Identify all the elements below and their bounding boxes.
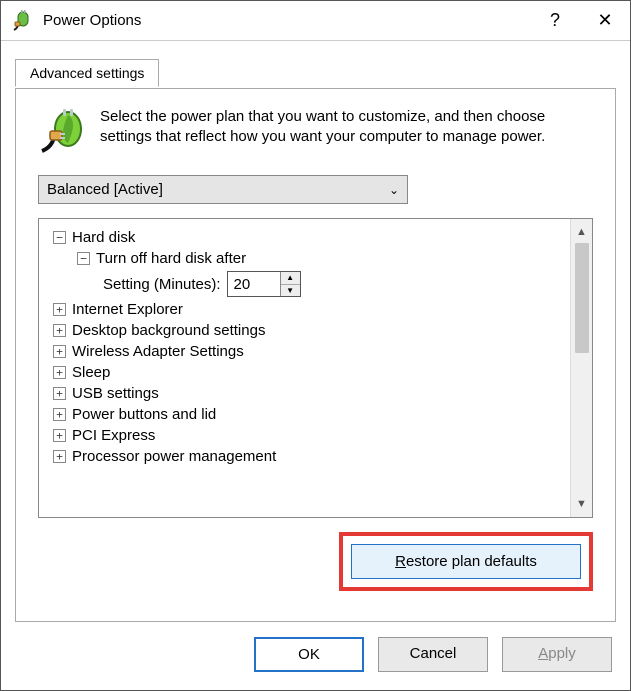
- expand-icon[interactable]: +: [53, 408, 66, 421]
- battery-plug-icon: [11, 10, 33, 32]
- chevron-down-icon: ⌄: [389, 183, 399, 197]
- vertical-scrollbar[interactable]: ▲ ▼: [570, 219, 592, 517]
- setting-label: Setting (Minutes):: [103, 276, 221, 293]
- tab-advanced-settings[interactable]: Advanced settings: [15, 59, 159, 87]
- collapse-icon[interactable]: −: [53, 231, 66, 244]
- tree-node-processor-power[interactable]: + Processor power management: [53, 446, 562, 467]
- expand-icon[interactable]: +: [53, 429, 66, 442]
- settings-tree: − Hard disk − Turn off hard disk after S…: [38, 218, 593, 518]
- scroll-down-icon[interactable]: ▼: [571, 495, 592, 513]
- expand-icon[interactable]: +: [53, 450, 66, 463]
- scroll-thumb[interactable]: [575, 243, 589, 353]
- close-button[interactable]: ✕: [580, 1, 630, 41]
- tree-label: USB settings: [72, 385, 159, 402]
- tree-setting-minutes: Setting (Minutes): ▲ ▼: [103, 269, 562, 299]
- help-button[interactable]: ?: [530, 1, 580, 41]
- tree-label: PCI Express: [72, 427, 155, 444]
- tree-node-sleep[interactable]: + Sleep: [53, 362, 562, 383]
- description-row: Select the power plan that you want to c…: [38, 107, 593, 155]
- power-plan-selected: Balanced [Active]: [47, 181, 163, 198]
- window-title: Power Options: [43, 12, 530, 29]
- tab-strip: Advanced settings: [15, 59, 616, 89]
- scroll-up-icon[interactable]: ▲: [571, 223, 592, 241]
- minutes-spinner[interactable]: ▲ ▼: [227, 271, 301, 297]
- expand-icon[interactable]: +: [53, 345, 66, 358]
- titlebar: Power Options ? ✕: [1, 1, 630, 41]
- power-options-dialog: Power Options ? ✕ Advanced settings: [0, 0, 631, 691]
- highlight-box: Restore plan defaults: [339, 532, 593, 591]
- tree-node-power-buttons-lid[interactable]: + Power buttons and lid: [53, 404, 562, 425]
- expand-icon[interactable]: +: [53, 387, 66, 400]
- restore-row: Restore plan defaults: [38, 532, 593, 591]
- tree-node-wireless-adapter[interactable]: + Wireless Adapter Settings: [53, 341, 562, 362]
- tree-node-usb-settings[interactable]: + USB settings: [53, 383, 562, 404]
- cancel-button[interactable]: Cancel: [378, 637, 488, 672]
- tree-node-internet-explorer[interactable]: + Internet Explorer: [53, 299, 562, 320]
- tree-node-turn-off-hard-disk[interactable]: − Turn off hard disk after: [77, 248, 562, 269]
- expand-icon[interactable]: +: [53, 303, 66, 316]
- apply-button[interactable]: Apply: [502, 637, 612, 672]
- tree-label: Sleep: [72, 364, 110, 381]
- tree-label: Hard disk: [72, 229, 135, 246]
- expand-icon[interactable]: +: [53, 366, 66, 379]
- minutes-input[interactable]: [228, 272, 280, 296]
- tree-label: Internet Explorer: [72, 301, 183, 318]
- ok-button[interactable]: OK: [254, 637, 364, 672]
- spin-up-icon[interactable]: ▲: [281, 272, 300, 285]
- tree-node-desktop-background[interactable]: + Desktop background settings: [53, 320, 562, 341]
- tree-label: Processor power management: [72, 448, 276, 465]
- tree-node-hard-disk[interactable]: − Hard disk: [53, 227, 562, 248]
- restore-plan-defaults-button[interactable]: Restore plan defaults: [351, 544, 581, 579]
- spin-down-icon[interactable]: ▼: [281, 285, 300, 297]
- battery-plug-icon: [38, 107, 86, 155]
- tree-label: Power buttons and lid: [72, 406, 216, 423]
- tree-label: Wireless Adapter Settings: [72, 343, 244, 360]
- tab-panel: Select the power plan that you want to c…: [15, 88, 616, 622]
- description-text: Select the power plan that you want to c…: [100, 107, 593, 155]
- tree-label: Turn off hard disk after: [96, 250, 246, 267]
- power-plan-dropdown[interactable]: Balanced [Active] ⌄: [38, 175, 408, 204]
- expand-icon[interactable]: +: [53, 324, 66, 337]
- tree-node-pci-express[interactable]: + PCI Express: [53, 425, 562, 446]
- collapse-icon[interactable]: −: [77, 252, 90, 265]
- dialog-buttons: OK Cancel Apply: [1, 637, 630, 690]
- tree-label: Desktop background settings: [72, 322, 265, 339]
